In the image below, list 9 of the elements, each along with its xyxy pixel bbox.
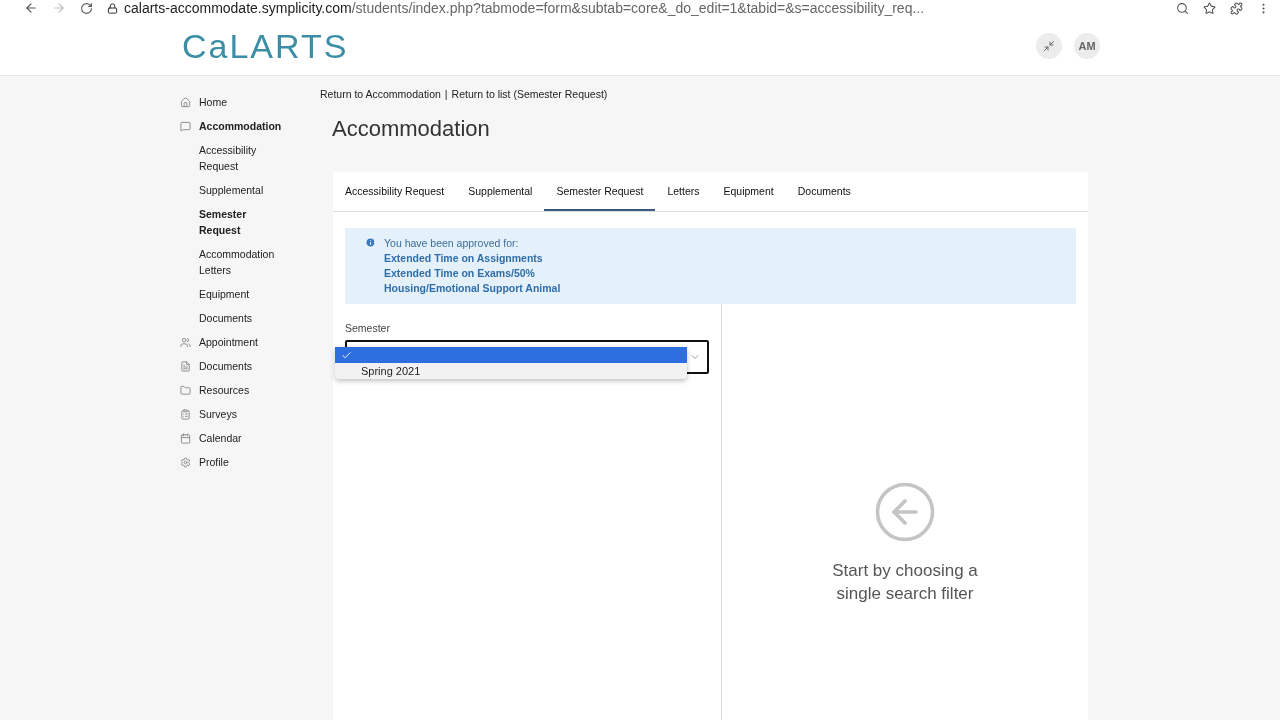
logo: CaLARTS xyxy=(182,26,350,66)
empty-message: Start by choosing a single search filter xyxy=(831,560,979,605)
approved-item: Extended Time on Exams/50% xyxy=(384,267,536,279)
approved-item: Extended Time on Assignments xyxy=(384,252,544,264)
page-title: Accommodation xyxy=(332,116,491,142)
approved-item: Housing/Emotional Support Animal xyxy=(384,282,561,294)
separator: | xyxy=(444,88,448,100)
field-label: Semester xyxy=(345,322,391,334)
notice-text: You have been approved for: xyxy=(384,237,520,249)
